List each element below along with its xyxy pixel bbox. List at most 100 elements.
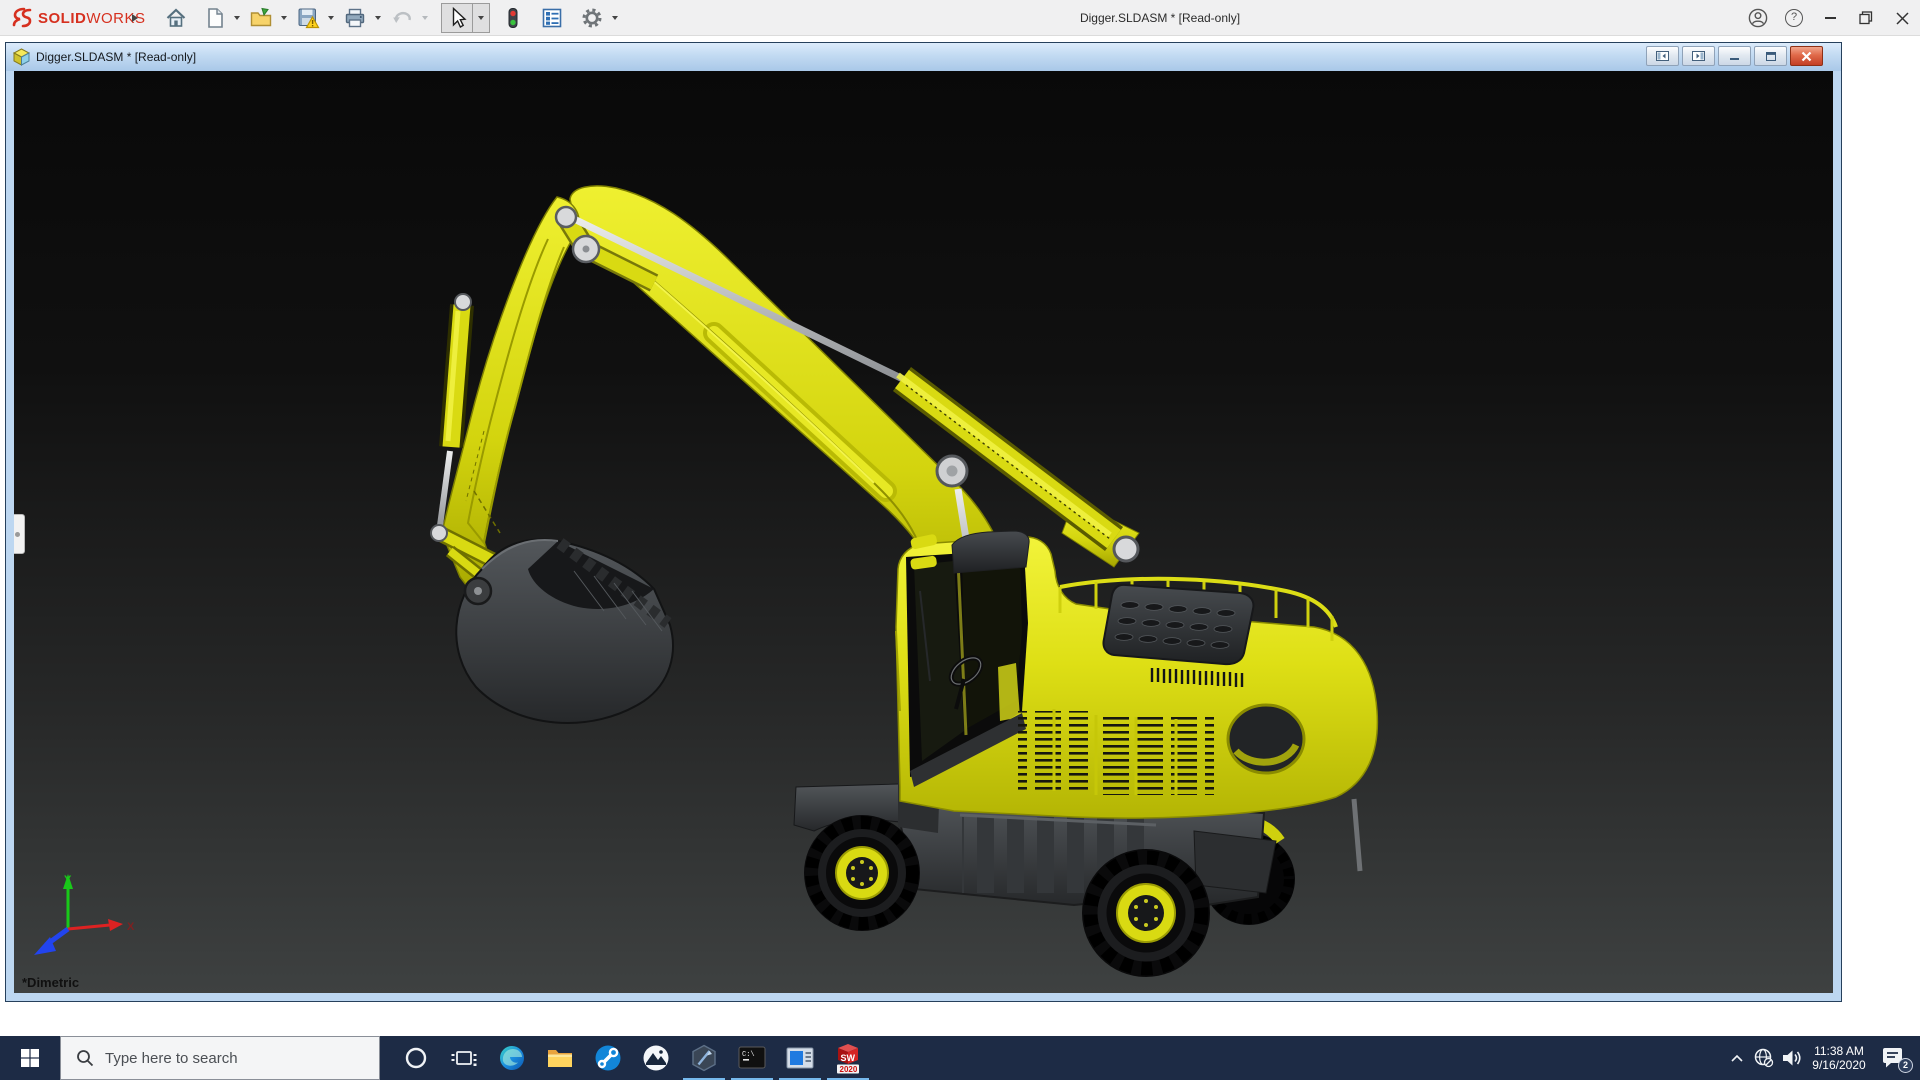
home-icon: [166, 8, 186, 27]
notification-badge: 2: [1898, 1058, 1913, 1073]
select-tool-button[interactable]: [441, 3, 473, 33]
form-list-icon: [542, 8, 562, 28]
system-window-icon: [786, 1047, 814, 1069]
save-dropdown[interactable]: [328, 16, 334, 20]
taskbar-search[interactable]: [60, 1036, 380, 1080]
help-icon: ?: [1785, 9, 1803, 27]
new-document-dropdown[interactable]: [234, 16, 240, 20]
doc-pane-right-button[interactable]: [1682, 46, 1715, 66]
tray-network-button[interactable]: [1750, 1036, 1778, 1080]
triad-x-label: X: [127, 921, 135, 933]
minimize-button[interactable]: [1812, 0, 1848, 36]
taskbar-hexagon-app-button[interactable]: [680, 1036, 728, 1080]
taskbar-wrench-app-button[interactable]: [584, 1036, 632, 1080]
app-titlebar: SOLIDWORKS Digger.SLDASM * [Read-only] ?: [0, 0, 1920, 36]
search-icon: [77, 1050, 94, 1067]
solidworks-logo: SOLIDWORKS: [10, 0, 146, 36]
taskbar-cortana-button[interactable]: [392, 1036, 440, 1080]
sw-icon-label: SW: [841, 1053, 856, 1063]
quick-access-toolbar: [160, 0, 623, 36]
cortana-icon: [405, 1047, 427, 1069]
wrench-circle-icon: [595, 1045, 621, 1071]
panel-splitter-handle[interactable]: [14, 514, 25, 554]
search-input[interactable]: [105, 1049, 355, 1067]
sw-icon-year: 2020: [840, 1065, 858, 1074]
close-icon: [1895, 11, 1909, 25]
windows-taskbar: C:\ SW 2020: [0, 1036, 1920, 1080]
file-explorer-icon: [548, 1050, 572, 1067]
pane-right-icon: [1692, 51, 1705, 61]
clock-date: 9/16/2020: [1812, 1058, 1866, 1072]
bucket-assembly[interactable]: [430, 524, 674, 724]
chevron-up-icon: [1731, 1054, 1743, 1062]
save-icon: [298, 8, 320, 29]
doc-minimize-button[interactable]: [1718, 46, 1751, 66]
minimize-icon: [1824, 17, 1836, 19]
traffic-light-icon: [508, 8, 518, 28]
close-button[interactable]: [1884, 0, 1920, 36]
status-light-button[interactable]: [498, 3, 528, 33]
save-button[interactable]: [292, 3, 324, 33]
taskbar-photos-app-button[interactable]: [632, 1036, 680, 1080]
orientation-triad: Y X: [34, 874, 135, 955]
graphics-viewport[interactable]: Y X *Dimetric: [14, 71, 1833, 993]
doc-pane-left-button[interactable]: [1646, 46, 1679, 66]
home-button[interactable]: [160, 3, 192, 33]
taskbar-command-prompt-button[interactable]: C:\: [728, 1036, 776, 1080]
pane-left-icon: [1656, 51, 1669, 61]
restore-icon: [1859, 11, 1873, 25]
taskbar-system-window-button[interactable]: [776, 1036, 824, 1080]
open-dropdown[interactable]: [281, 16, 287, 20]
cursor-icon: [452, 6, 467, 28]
open-folder-icon: [250, 7, 272, 27]
doc-close-button[interactable]: [1790, 46, 1823, 66]
front-right-wheel[interactable]: [1082, 849, 1210, 977]
upper-body[interactable]: [895, 530, 1379, 819]
account-icon: [1748, 8, 1768, 28]
select-tool-dropdown[interactable]: [472, 3, 490, 33]
hexagon-app-icon: [692, 1044, 716, 1072]
view-orientation-label: *Dimetric: [22, 975, 80, 990]
taskbar-edge-button[interactable]: [488, 1036, 536, 1080]
solidworks-2020-icon: SW 2020: [837, 1044, 859, 1074]
help-button[interactable]: ?: [1776, 0, 1812, 36]
account-button[interactable]: [1740, 0, 1776, 36]
taskbar-solidworks-button[interactable]: SW 2020: [824, 1036, 872, 1080]
tray-notifications-button[interactable]: 2: [1872, 1036, 1916, 1080]
canvas-frame: Y X *Dimetric: [6, 71, 1841, 1001]
window-title: Digger.SLDASM * [Read-only]: [1079, 11, 1241, 25]
brand-text: SOLIDWORKS: [38, 9, 146, 27]
triad-y-label: Y: [64, 874, 72, 886]
options-dropdown[interactable]: [612, 16, 618, 20]
taskbar-task-view-button[interactable]: [440, 1036, 488, 1080]
excavator-model[interactable]: [14, 71, 1833, 993]
undo-button[interactable]: [386, 3, 418, 33]
restore-button[interactable]: [1848, 0, 1884, 36]
tray-overflow-chevron[interactable]: [1724, 1036, 1750, 1080]
taskbar-file-explorer-button[interactable]: [536, 1036, 584, 1080]
command-prompt-icon: C:\: [738, 1046, 766, 1069]
cmd-prompt-text: C:\: [742, 1051, 755, 1059]
print-button[interactable]: [339, 3, 371, 33]
tray-volume-button[interactable]: [1778, 1036, 1806, 1080]
print-icon: [345, 8, 365, 28]
windows-logo-icon: [21, 1049, 39, 1067]
tray-clock[interactable]: 11:38 AM 9/16/2020: [1806, 1036, 1872, 1080]
menu-expand-icon[interactable]: [132, 14, 138, 22]
dassault-systemes-logo-icon: [12, 7, 32, 28]
print-dropdown[interactable]: [375, 16, 381, 20]
new-document-button[interactable]: [200, 3, 230, 33]
start-button[interactable]: [0, 1036, 60, 1080]
options-button[interactable]: [576, 3, 608, 33]
undo-dropdown[interactable]: [422, 16, 428, 20]
doc-restore-button[interactable]: [1754, 46, 1787, 66]
property-list-button[interactable]: [536, 3, 568, 33]
new-document-icon: [208, 8, 223, 28]
task-view-icon: [451, 1051, 477, 1066]
clock-time: 11:38 AM: [1814, 1044, 1864, 1058]
document-titlebar[interactable]: Digger.SLDASM * [Read-only]: [6, 43, 1841, 71]
open-button[interactable]: [245, 3, 277, 33]
assembly-document-icon: [12, 48, 31, 66]
front-left-wheel[interactable]: [804, 815, 920, 931]
mountain-circle-icon: [643, 1045, 669, 1071]
